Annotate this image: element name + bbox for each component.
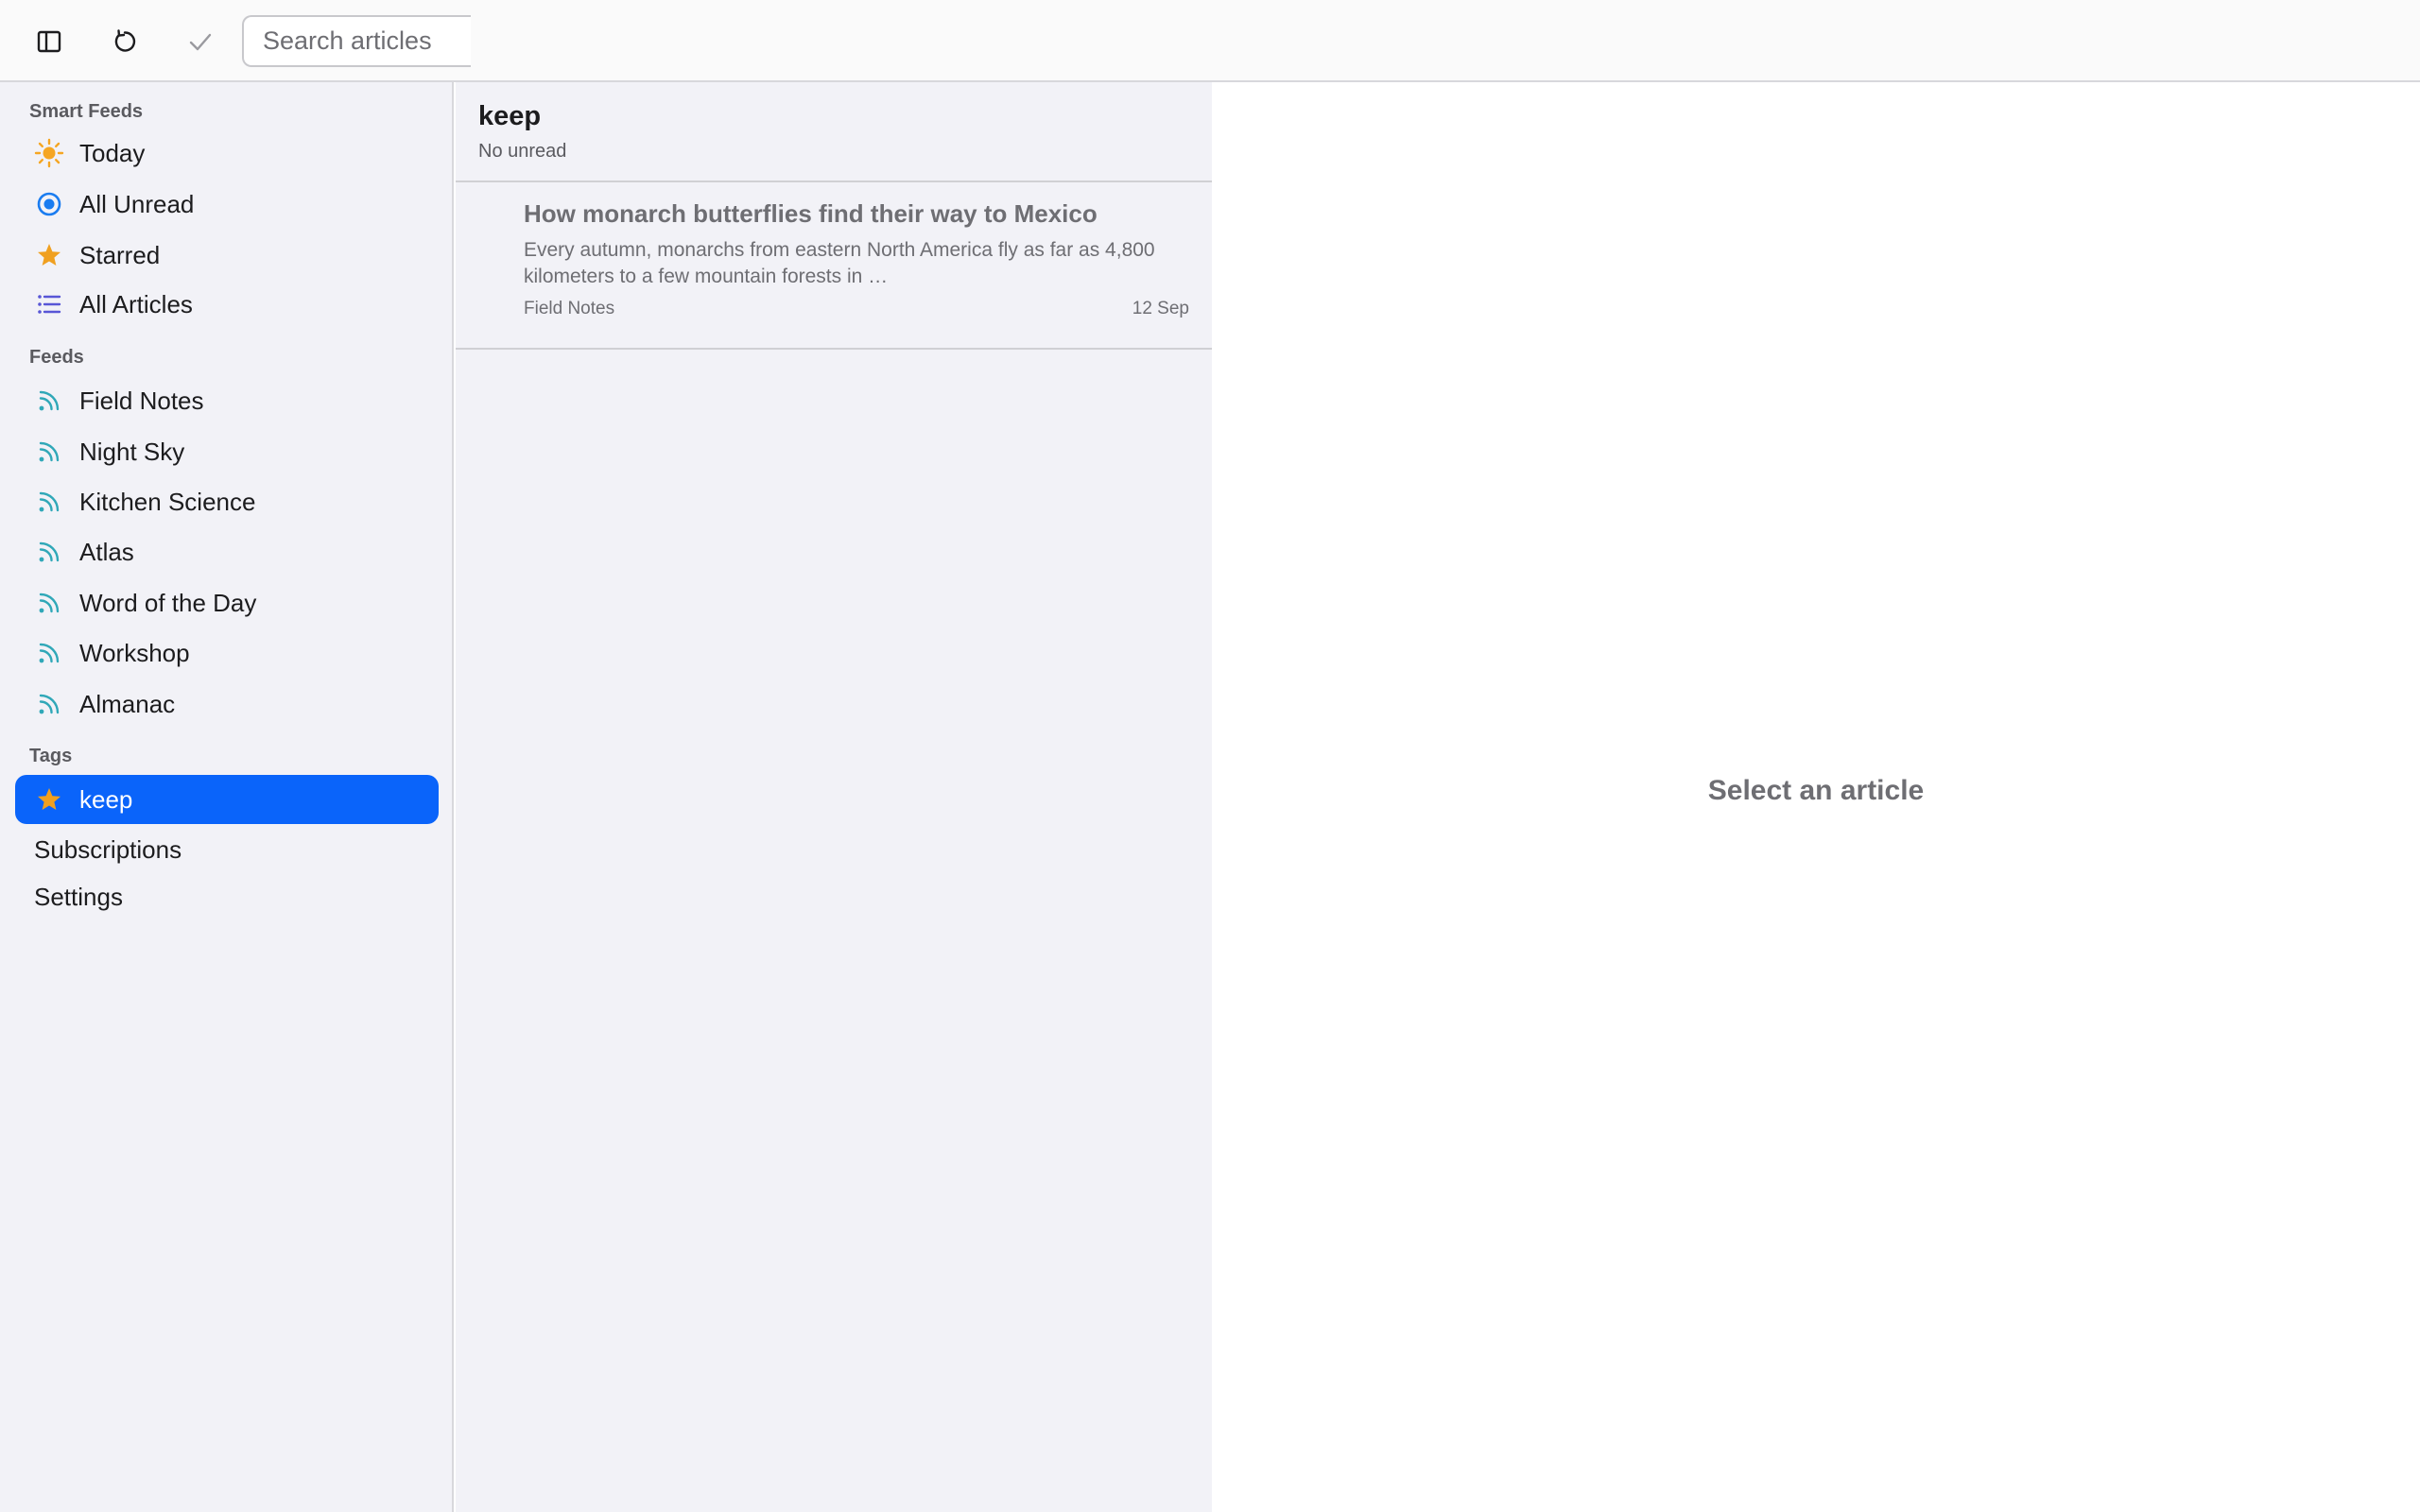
sidebar-item-label: Workshop — [79, 638, 190, 667]
rss-icon — [32, 586, 66, 620]
sun-icon — [32, 136, 66, 170]
article-row[interactable]: How monarch butterflies find their way t… — [456, 184, 1212, 350]
sidebar-item-label: Field Notes — [79, 386, 204, 415]
refresh-icon — [112, 28, 138, 55]
article-detail-pane: Select an article — [1212, 82, 2420, 1512]
star-icon — [32, 782, 66, 816]
smart-feeds-header: Smart Feeds — [29, 101, 144, 122]
unread-circle-icon — [32, 187, 66, 221]
empty-state-message: Select an article — [1707, 775, 1925, 806]
article-list-header: keep No unread — [456, 82, 1212, 182]
article-list-pane: keep No unread How monarch butterflies f… — [456, 82, 1212, 1512]
sidebar-item-atlas[interactable]: Atlas — [15, 527, 439, 576]
mark-all-read-button[interactable] — [176, 17, 225, 66]
sidebar-item-label: Today — [79, 138, 146, 167]
rss-icon — [32, 535, 66, 569]
sidebar-item-label: Atlas — [79, 537, 134, 566]
subscriptions-link[interactable]: Subscriptions — [34, 835, 182, 865]
article-feed-name: Field Notes — [524, 299, 615, 318]
rss-icon — [32, 435, 66, 469]
star-icon — [32, 238, 66, 272]
sidebar-item-label: Night Sky — [79, 437, 185, 466]
sidebar-item-label: Starred — [79, 240, 161, 269]
rss-icon — [32, 687, 66, 721]
list-icon — [32, 287, 66, 321]
unread-count: No unread — [478, 141, 567, 162]
sidebar-item-all-articles[interactable]: All Articles — [15, 280, 439, 329]
sidebar-item-label: Almanac — [79, 689, 176, 718]
feeds-header: Feeds — [29, 347, 84, 368]
sidebar-item-today[interactable]: Today — [15, 129, 439, 178]
rss-icon — [32, 384, 66, 418]
sidebar-toggle-button[interactable] — [25, 17, 74, 66]
sidebar-item-label: keep — [79, 784, 133, 814]
tags-header: Tags — [29, 746, 73, 766]
sidebar-item-workshop[interactable]: Workshop — [15, 628, 439, 678]
sidebar-item-word-of-the-day[interactable]: Word of the Day — [15, 578, 439, 627]
sidebar-item-kitchen-science[interactable]: Kitchen Science — [15, 477, 439, 526]
list-title: keep — [478, 101, 542, 131]
sidebar-item-label: All Articles — [79, 289, 193, 318]
sidebar-item-field-notes[interactable]: Field Notes — [15, 376, 439, 425]
refresh-button[interactable] — [100, 17, 149, 66]
rss-icon — [32, 485, 66, 519]
sidebar-item-label: Kitchen Science — [79, 487, 256, 516]
search-input[interactable] — [242, 15, 471, 67]
checkmark-icon — [188, 31, 213, 52]
sidebar-toggle-icon — [37, 30, 61, 53]
toolbar — [0, 0, 2420, 82]
sidebar-item-all-unread[interactable]: All Unread — [15, 180, 439, 229]
sidebar-item-label: All Unread — [79, 189, 195, 218]
sidebar-item-starred[interactable]: Starred — [15, 231, 439, 280]
sidebar-item-label: Word of the Day — [79, 588, 257, 617]
article-date: 12 Sep — [1132, 299, 1189, 318]
sidebar: Smart Feeds Today All Unread Starred All… — [0, 82, 454, 1512]
rss-icon — [32, 636, 66, 670]
sidebar-item-night-sky[interactable]: Night Sky — [15, 427, 439, 476]
settings-link[interactable]: Settings — [34, 883, 123, 912]
sidebar-item-tag-keep[interactable]: keep — [15, 775, 439, 824]
sidebar-item-almanac[interactable]: Almanac — [15, 679, 439, 729]
article-excerpt: Every autumn, monarchs from eastern Nort… — [524, 239, 1155, 287]
article-title: How monarch butterflies find their way t… — [524, 199, 1098, 228]
